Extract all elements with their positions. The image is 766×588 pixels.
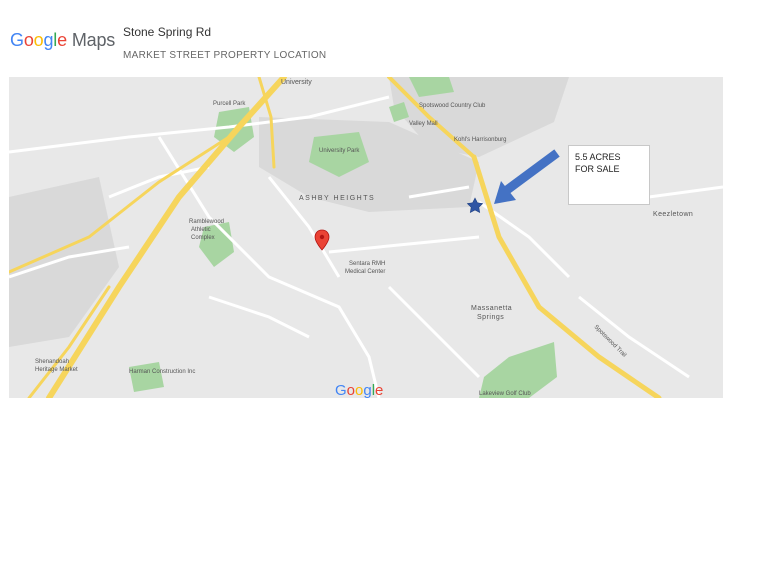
page-subtitle: MARKET STREET PROPERTY LOCATION: [123, 50, 327, 61]
label-university: University: [281, 79, 312, 86]
logo-letter: G: [10, 30, 24, 50]
label-valley-mall: Valley Mall: [409, 121, 438, 127]
label-massanetta-2: Springs: [477, 314, 504, 321]
logo-letter: o: [23, 30, 34, 50]
label-spotswood-cc: Spotswood Country Club: [419, 103, 486, 109]
label-massanetta-1: Massanetta: [471, 305, 512, 312]
label-shenandoah-2: Heritage Market: [35, 367, 78, 373]
page-title: Stone Spring Rd: [123, 25, 212, 39]
map-view[interactable]: University Purcell Park Spotswood Countr…: [9, 77, 723, 398]
logo-letter: e: [57, 30, 67, 50]
logo-letter: g: [43, 30, 54, 50]
acreage-callout-box: 5.5 ACRES FOR SALE: [568, 145, 650, 205]
logo-maps-text: Maps: [71, 30, 116, 50]
label-university-park: University Park: [319, 148, 360, 154]
label-purcell-park: Purcell Park: [213, 101, 246, 107]
label-ramblewood: Ramblewood: [189, 219, 224, 225]
google-maps-logo: Google Maps: [10, 30, 115, 51]
label-athletic: Athletic: [191, 227, 211, 233]
label-sentara-2: Medical Center: [345, 269, 385, 275]
label-harman: Harman Construction Inc: [129, 369, 195, 375]
label-sentara-1: Sentara RMH: [349, 261, 385, 267]
label-ashby-heights: ASHBY HEIGHTS: [299, 195, 375, 202]
callout-line-2: FOR SALE: [575, 164, 620, 174]
label-complex: Complex: [191, 235, 215, 241]
label-keezletown: Keezletown: [653, 211, 693, 218]
label-shenandoah-1: Shenandoah: [35, 359, 69, 365]
map-canvas[interactable]: University Purcell Park Spotswood Countr…: [9, 77, 723, 398]
google-watermark: Google: [335, 382, 383, 398]
logo-letter: o: [33, 30, 44, 50]
callout-line-1: 5.5 ACRES: [575, 152, 621, 162]
label-lakeview: Lakeview Golf Club: [479, 391, 531, 397]
label-kohls: Kohl's Harrisonburg: [454, 137, 507, 143]
